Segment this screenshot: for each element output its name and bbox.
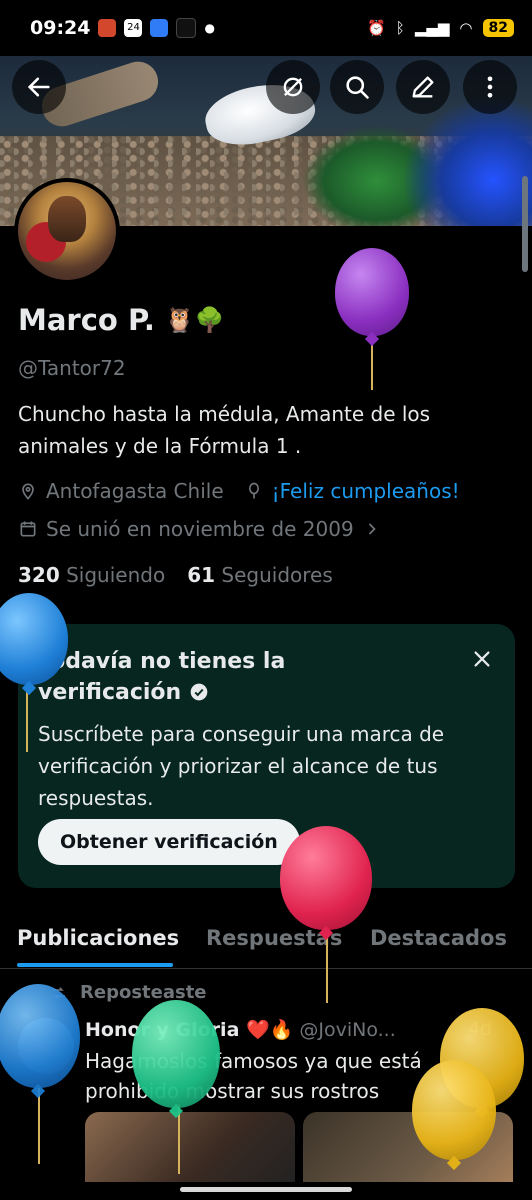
followers-count: 61 [187,563,216,587]
following-count: 320 [18,563,60,587]
name-emojis: 🦉🌳 [164,306,225,334]
green-balloon-icon [132,1000,220,1119]
balloon-icon [248,482,259,499]
profile-name: Marco P. [18,303,155,337]
verified-badge-icon [190,683,208,701]
verification-body: Suscríbete para conseguir una marca de v… [38,722,445,810]
translate-icon [283,77,303,97]
location-pin-icon [22,483,34,500]
calendar-icon [20,521,36,537]
joined-text: Se unió en noviembre de 2009 [46,517,354,541]
blue-balloon-icon [0,984,80,1099]
profile-tabs: Publicaciones Respuestas Destacados [0,914,532,969]
followers-label: Seguidores [221,563,333,587]
following-label: Siguiendo [66,563,166,587]
profile-joined-row[interactable]: Se unió en noviembre de 2009 [18,517,382,541]
battery-indicator: 82 [482,19,514,37]
search-icon [346,76,369,99]
following-link[interactable]: 320 Siguiendo [18,563,165,587]
translate-button[interactable] [266,60,320,114]
purple-balloon-icon [335,248,409,347]
profile-name-row: Marco P. 🦉🌳 [18,303,225,337]
wifi-icon: ◠ [459,19,473,37]
calendar-notification-icon: 24 [124,19,143,37]
get-verification-button[interactable]: Obtener verificación [38,819,300,865]
repost-label: Reposteaste [80,982,207,1003]
scrollbar[interactable] [522,176,528,272]
edit-profile-button[interactable] [396,60,450,114]
back-button[interactable] [12,60,66,114]
edit-icon [412,76,434,98]
gesture-navigation-bar[interactable] [180,1187,352,1192]
avatar-dog [48,196,86,242]
profile-meta-location-row: Antofagasta Chile ¡Feliz cumpleaños! [18,479,460,503]
tab-publicaciones[interactable]: Publicaciones [17,926,179,950]
post-media-image-1[interactable] [85,1112,295,1182]
status-bar: 09:24 24 ● ⏰ ᛒ ▂▄▆ ◠ 82 [0,0,532,56]
back-arrow-icon [27,77,50,97]
post-author-handle: @JoviNo... [299,1019,396,1041]
signal-icon: ▂▄▆ [414,19,450,37]
avatar[interactable] [14,178,120,284]
birthday-link[interactable]: ¡Feliz cumpleaños! [272,479,460,503]
more-notifications-dot-icon: ● [204,21,215,35]
follow-stats: 320 Siguiendo 61 Seguidores [18,563,333,587]
profile-handle: @Tantor72 [18,356,126,380]
app-notification-icon [98,19,117,37]
followers-link[interactable]: 61 Seguidores [187,563,333,587]
status-time: 09:24 [30,17,91,39]
bluetooth-icon: ᛒ [395,19,405,37]
active-tab-indicator [17,963,173,967]
red-balloon-icon [280,826,372,941]
chevron-right-icon [368,523,376,535]
profile-bio: Chuncho hasta la médula, Amante de los a… [18,402,431,458]
banner-light [402,96,532,226]
search-button[interactable] [330,60,384,114]
more-vertical-icon [487,76,493,98]
more-options-button[interactable] [463,60,517,114]
tiktok-notification-icon [176,18,197,38]
yellow-balloon-icon [412,1060,496,1171]
alarm-icon: ⏰ [367,19,386,37]
location-text: Antofagasta Chile [46,479,224,503]
verification-title-text: Todavía no tienes la verificación [38,649,286,705]
verification-card: Todavía no tienes la verificación Suscrí… [18,624,515,888]
messages-notification-icon [150,19,169,37]
tab-destacados[interactable]: Destacados [370,926,507,950]
close-icon[interactable] [471,648,493,670]
verification-title: Todavía no tienes la verificación [38,646,358,708]
balloon-string [38,1088,40,1164]
